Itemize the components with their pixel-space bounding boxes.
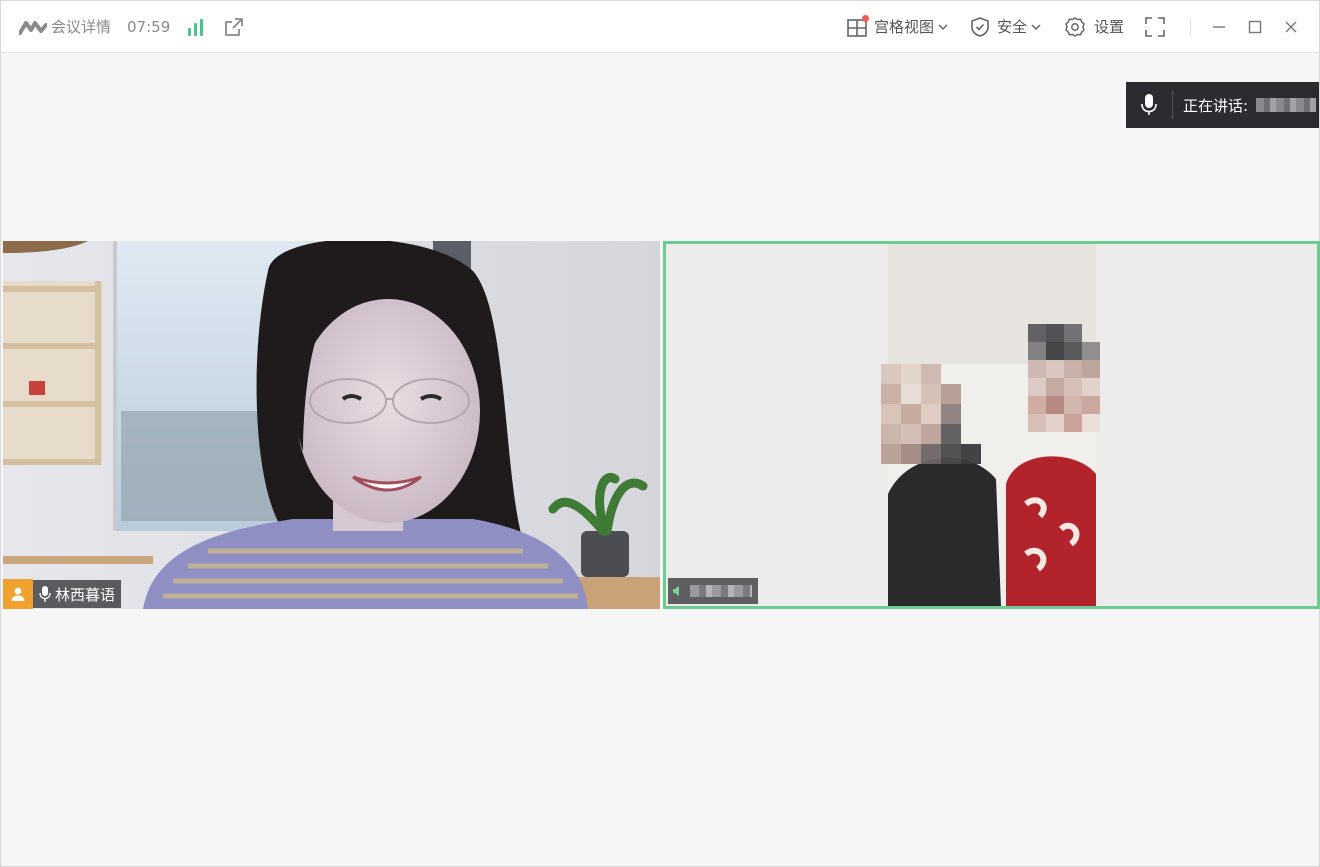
participant-name: 林西暮语: [55, 585, 116, 604]
settings-button[interactable]: 设置: [1064, 1, 1124, 52]
title-bar: 会议详情 07:59 宫格视图 安全 设置: [1, 1, 1319, 53]
speaking-indicator: 正在讲话:: [1126, 82, 1319, 128]
close-icon[interactable]: [1283, 19, 1299, 35]
host-badge: [3, 579, 33, 609]
external-link-icon[interactable]: [224, 17, 244, 37]
speaking-label: 正在讲话:: [1183, 96, 1249, 115]
title-bar-right: 宫格视图 安全 设置: [846, 1, 1319, 52]
meeting-timer: 07:59: [127, 17, 171, 36]
security-label: 安全: [996, 18, 1027, 36]
speaker-volume-icon: [673, 586, 679, 596]
video-tile-host[interactable]: 林西暮语: [3, 241, 660, 609]
notification-dot: [861, 15, 869, 22]
speaking-divider: [1172, 91, 1173, 119]
chevron-down-icon: [938, 23, 948, 30]
grid-view-label: 宫格视图: [873, 18, 934, 36]
grid-view-button[interactable]: 宫格视图: [846, 1, 949, 52]
microphone-icon: [39, 586, 51, 602]
signal-bars-icon[interactable]: [188, 18, 206, 36]
speaker-name-blurred: [1256, 98, 1317, 112]
shield-icon: [971, 16, 989, 37]
meeting-app-logo-icon: [19, 20, 47, 35]
maximize-icon[interactable]: [1247, 19, 1263, 35]
participant-name-box: 林西暮语: [33, 580, 122, 608]
fullscreen-icon: [1145, 16, 1165, 37]
microphone-icon: [1126, 82, 1172, 128]
user-icon: [11, 587, 25, 601]
meeting-window: 会议详情 07:59 宫格视图 安全 设置 正在讲话: 林西暮语: [0, 0, 1320, 867]
gear-icon: [1065, 16, 1085, 37]
host-video-feed: [3, 241, 660, 609]
chevron-down-icon: [1031, 23, 1041, 30]
participant-name-tag: [668, 578, 758, 604]
participant-video-feed: [666, 244, 1317, 606]
settings-label: 设置: [1093, 18, 1124, 36]
minimize-icon[interactable]: [1211, 19, 1227, 35]
title-bar-divider: [1190, 17, 1191, 36]
video-tile-participant[interactable]: [663, 241, 1320, 609]
fullscreen-button[interactable]: [1144, 1, 1166, 52]
meeting-details-link[interactable]: 会议详情: [51, 16, 111, 37]
security-button[interactable]: 安全: [969, 1, 1042, 52]
title-bar-left: 会议详情 07:59: [1, 1, 244, 52]
host-name-tag: 林西暮语: [3, 579, 122, 609]
participant-name-blurred: [690, 585, 752, 597]
